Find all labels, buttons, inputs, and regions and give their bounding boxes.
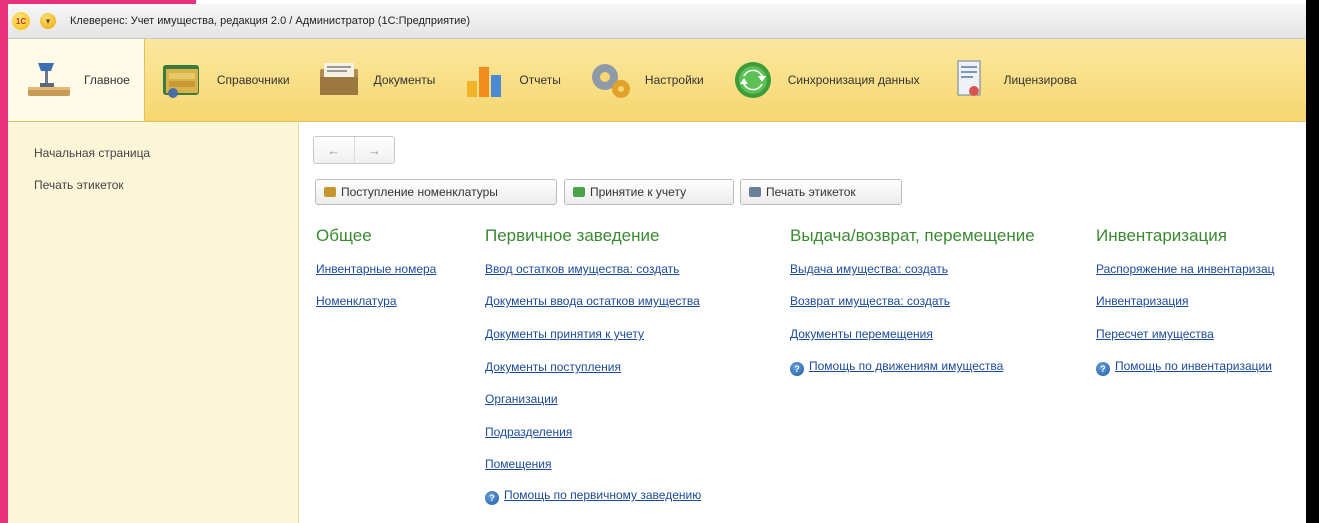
print-labels-command-button[interactable]: Печать этикеток: [740, 179, 902, 205]
section-label: Документы: [373, 73, 436, 87]
gears-icon: [585, 57, 635, 103]
receipt-command-button[interactable]: Поступление номенклатуры: [315, 179, 557, 205]
link-inventory-numbers[interactable]: Инвентарные номера: [316, 262, 436, 276]
section-label: Справочники: [216, 73, 290, 87]
link-return-create[interactable]: Возврат имущества: создать: [790, 294, 950, 308]
group-title-general: Общее: [316, 226, 372, 245]
documents-box-icon: [314, 57, 364, 103]
link-organizations[interactable]: Организации: [485, 392, 558, 406]
right-edge-band: [1306, 0, 1319, 523]
link-help-primary[interactable]: ? Помощь по первичному заведению: [485, 488, 701, 505]
navigation-buttons: ← →: [313, 136, 395, 164]
group-title-issue: Выдача/возврат, перемещение: [790, 226, 1035, 245]
link-recount[interactable]: Пересчет имущества: [1096, 327, 1214, 341]
link-premises[interactable]: Помещения: [485, 457, 551, 471]
section-licensing[interactable]: Лицензирова: [932, 39, 1089, 121]
printer-icon: [749, 187, 761, 197]
link-transfer-docs[interactable]: Документы перемещения: [790, 327, 933, 341]
sidebar: Начальная страница Печать этикеток: [8, 122, 299, 523]
folders-icon: [157, 57, 207, 103]
command-label: Поступление номенклатуры: [341, 185, 498, 199]
help-icon: ?: [485, 491, 499, 505]
sidebar-item-print-labels[interactable]: Печать этикеток: [34, 178, 124, 192]
link-issue-create[interactable]: Выдача имущества: создать: [790, 262, 948, 276]
section-label: Отчеты: [519, 73, 561, 87]
back-button[interactable]: ←: [314, 137, 355, 163]
bar-chart-icon: [459, 57, 509, 103]
link-text: Помощь по движениям имущества: [809, 359, 1004, 373]
desk-lamp-icon: [24, 57, 74, 103]
forward-button[interactable]: →: [355, 137, 395, 163]
group-title-inventory: Инвентаризация: [1096, 226, 1227, 245]
link-acceptance-docs[interactable]: Документы принятия к учету: [485, 327, 644, 341]
link-text: Помощь по инвентаризации: [1115, 359, 1272, 373]
section-reports[interactable]: Отчеты: [447, 39, 572, 121]
group-title-primary: Первичное заведение: [485, 226, 660, 245]
title-bar: 1С ▾ Клеверенс: Учет имущества, редакция…: [8, 4, 1306, 39]
link-opening-balance-docs[interactable]: Документы ввода остатков имущества: [485, 294, 700, 308]
main-content: ← → Поступление номенклатуры Принятие к …: [299, 122, 1306, 523]
help-icon: ?: [1096, 362, 1110, 376]
link-inventory[interactable]: Инвентаризация: [1096, 294, 1188, 308]
section-settings[interactable]: Настройки: [573, 39, 716, 121]
command-label: Принятие к учету: [590, 185, 687, 199]
command-label: Печать этикеток: [766, 185, 856, 199]
section-sync[interactable]: Синхронизация данных: [716, 39, 932, 121]
link-departments[interactable]: Подразделения: [485, 425, 572, 439]
sidebar-item-home[interactable]: Начальная страница: [34, 146, 150, 160]
sections-panel: Главное Справочники Документы Отчеты Нас…: [8, 39, 1306, 122]
link-receipt-docs[interactable]: Документы поступления: [485, 360, 621, 374]
window-title: Клеверенс: Учет имущества, редакция 2.0 …: [70, 15, 471, 27]
link-nomenclature[interactable]: Номенклатура: [316, 294, 397, 308]
decorative-left-border: [0, 0, 8, 523]
section-label: Настройки: [644, 73, 704, 87]
sync-icon: [728, 57, 778, 103]
section-label: Синхронизация данных: [787, 73, 920, 87]
section-label: Главное: [84, 73, 130, 87]
accept-command-button[interactable]: Принятие к учету: [564, 179, 734, 205]
app-logo-icon: 1С: [12, 12, 30, 30]
section-catalogs[interactable]: Справочники: [145, 39, 302, 121]
receipt-icon: [324, 187, 336, 197]
section-documents[interactable]: Документы: [302, 39, 448, 121]
help-icon: ?: [790, 362, 804, 376]
link-text: Помощь по первичному заведению: [504, 488, 702, 502]
accept-icon: [573, 187, 585, 197]
link-opening-balance-create[interactable]: Ввод остатков имущества: создать: [485, 262, 679, 276]
link-help-movements[interactable]: ? Помощь по движениям имущества: [790, 359, 1003, 376]
link-inventory-order[interactable]: Распоряжение на инвентаризац: [1096, 262, 1275, 276]
license-icon: [944, 57, 994, 103]
section-label: Лицензирова: [1003, 73, 1077, 87]
main-menu-button[interactable]: ▾: [40, 13, 56, 29]
link-help-inventory[interactable]: ? Помощь по инвентаризации: [1096, 359, 1272, 376]
section-main[interactable]: Главное: [8, 39, 145, 121]
